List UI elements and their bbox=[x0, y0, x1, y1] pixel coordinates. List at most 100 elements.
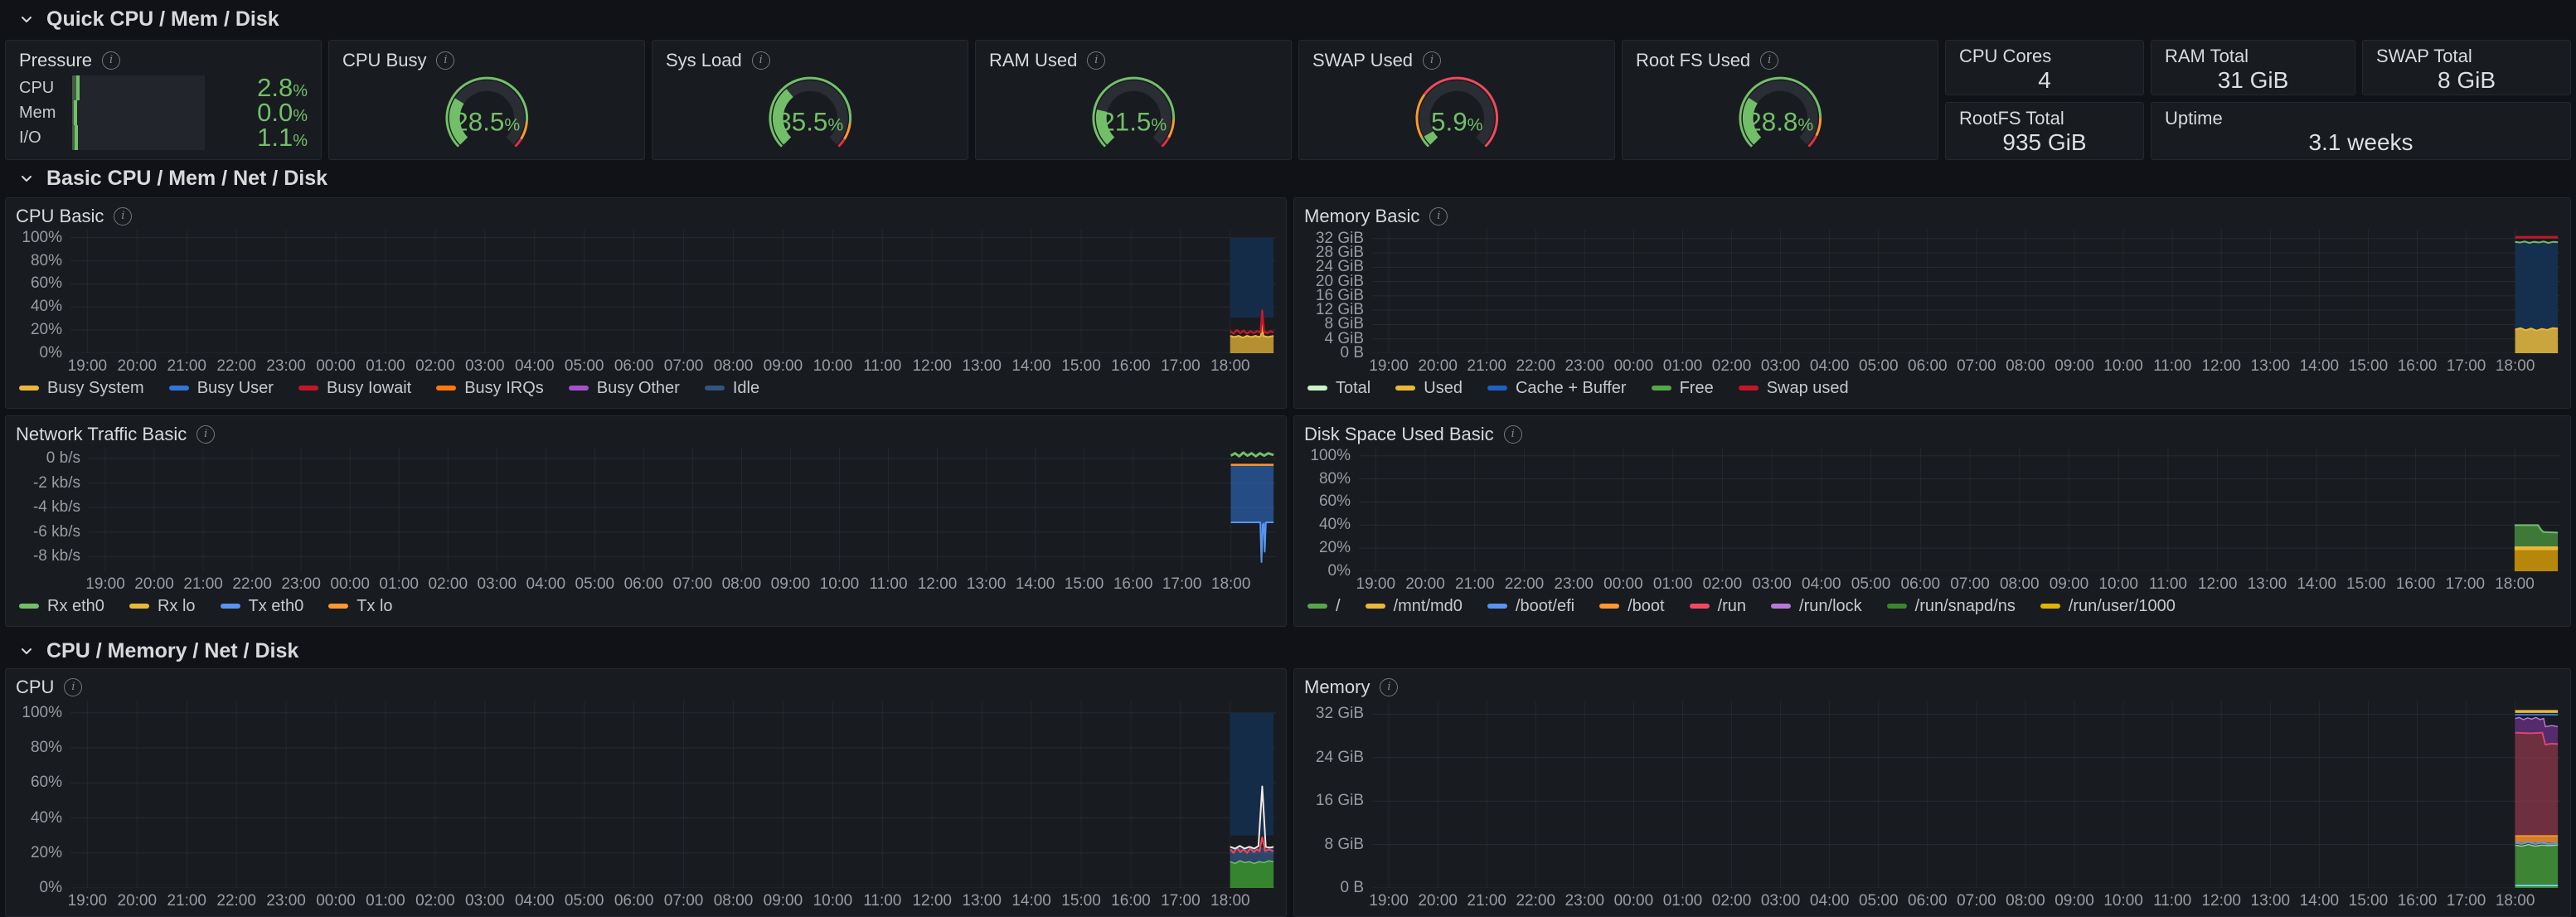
info-icon[interactable]: i bbox=[1380, 678, 1398, 696]
legend-item[interactable]: Busy System bbox=[19, 379, 144, 398]
legend-item[interactable]: Busy Iowait bbox=[298, 379, 411, 398]
plot-area[interactable] bbox=[70, 701, 1276, 888]
panel-swap-total: SWAP Total 8 GiB bbox=[2362, 40, 2571, 95]
panel-header[interactable]: Memory Basic i bbox=[1304, 203, 2560, 230]
legend-item[interactable]: Total bbox=[1307, 379, 1370, 398]
section-basic[interactable]: Basic CPU / Mem / Net / Disk bbox=[18, 164, 327, 192]
x-tick-label: 17:00 bbox=[2447, 892, 2486, 910]
panel-title: Network Traffic Basic bbox=[16, 424, 187, 445]
info-icon[interactable]: i bbox=[752, 51, 770, 70]
x-tick-label: 12:00 bbox=[2201, 892, 2241, 910]
legend-label: Busy System bbox=[47, 379, 144, 398]
legend-color-dash bbox=[1307, 604, 1327, 609]
x-tick-label: 15:00 bbox=[2349, 892, 2389, 910]
section-cpu-memory-net-disk[interactable]: CPU / Memory / Net / Disk bbox=[18, 637, 298, 665]
panel-cpu-cores: CPU Cores 4 bbox=[1945, 40, 2144, 95]
legend-item[interactable]: Busy IRQs bbox=[436, 379, 544, 398]
pressure-row-io: I/O 1.1% bbox=[19, 125, 308, 150]
cpu-busy-gauge: 28.5% bbox=[342, 74, 631, 153]
info-icon[interactable]: i bbox=[1429, 207, 1448, 226]
panel-disk-space-used-basic: Disk Space Used Basic i 100%80%60%40%20%… bbox=[1293, 415, 2571, 627]
bar-gauge[interactable] bbox=[72, 75, 205, 100]
panel-header[interactable]: CPU Basic i bbox=[16, 203, 1276, 230]
plot-area[interactable] bbox=[1359, 448, 2560, 571]
legend-item[interactable]: /run/snapd/ns bbox=[1887, 597, 2016, 616]
info-icon[interactable]: i bbox=[436, 51, 454, 70]
panel-ram-used: RAM Used i 21.5% bbox=[975, 40, 1292, 160]
x-tick-label: 05:00 bbox=[1859, 892, 1899, 910]
legend-item[interactable]: /run/user/1000 bbox=[2040, 597, 2176, 616]
panel-title: RootFS Total bbox=[1959, 108, 2064, 129]
plot-area[interactable] bbox=[70, 230, 1276, 353]
legend-color-dash bbox=[1395, 386, 1415, 391]
info-icon[interactable]: i bbox=[1504, 425, 1522, 444]
panel-memory-basic: Memory Basic i 32 GiB28 GiB24 GiB20 GiB1… bbox=[1293, 197, 2571, 409]
info-icon[interactable]: i bbox=[64, 678, 82, 696]
plot-area[interactable] bbox=[1372, 230, 2560, 353]
legend-item[interactable]: Tx eth0 bbox=[221, 597, 304, 616]
x-tick-label: 21:00 bbox=[1467, 892, 1506, 910]
panel-header[interactable]: SWAP Used i bbox=[1312, 47, 1601, 74]
section-quick-cpu-mem-disk[interactable]: Quick CPU / Mem / Disk bbox=[18, 5, 279, 33]
y-tick-label: 40% bbox=[1319, 516, 1351, 534]
panel-header[interactable]: Root FS Used i bbox=[1636, 47, 1924, 74]
plot-area[interactable] bbox=[89, 448, 1276, 571]
info-icon[interactable]: i bbox=[1760, 51, 1778, 70]
x-tick-label: 02:00 bbox=[1703, 575, 1743, 594]
legend-item[interactable]: / bbox=[1307, 597, 1341, 616]
legend-item[interactable]: Swap used bbox=[1739, 379, 1849, 398]
legend-item[interactable]: Cache + Buffer bbox=[1487, 379, 1627, 398]
legend-item[interactable]: Rx lo bbox=[129, 597, 196, 616]
info-icon[interactable]: i bbox=[102, 51, 120, 70]
info-icon[interactable]: i bbox=[114, 207, 132, 226]
x-tick-label: 07:00 bbox=[664, 357, 704, 376]
legend-item[interactable]: Idle bbox=[705, 379, 759, 398]
legend-item[interactable]: /mnt/md0 bbox=[1366, 597, 1463, 616]
legend-item[interactable]: Tx lo bbox=[328, 597, 392, 616]
panel-header[interactable]: CPU i bbox=[16, 674, 1276, 701]
panel-header[interactable]: RootFS Total bbox=[1959, 108, 2130, 129]
panel-header[interactable]: Memory i bbox=[1304, 674, 2560, 701]
section-title: Quick CPU / Mem / Disk bbox=[46, 7, 279, 32]
x-tick-label: 12:00 bbox=[2201, 357, 2241, 376]
legend-item[interactable]: Busy Other bbox=[569, 379, 680, 398]
x-tick-label: 00:00 bbox=[1603, 575, 1643, 594]
legend-item[interactable]: Busy User bbox=[169, 379, 274, 398]
x-tick-label: 22:00 bbox=[1516, 357, 1555, 376]
panel-header[interactable]: SWAP Total bbox=[2376, 46, 2557, 67]
legend-color-dash bbox=[705, 386, 725, 391]
info-icon[interactable]: i bbox=[1423, 51, 1441, 70]
legend-item[interactable]: /run/lock bbox=[1771, 597, 1862, 616]
panel-header[interactable]: Network Traffic Basic i bbox=[16, 421, 1276, 448]
plot-area[interactable] bbox=[1372, 701, 2560, 888]
legend-item[interactable]: Free bbox=[1652, 379, 1714, 398]
x-tick-label: 09:00 bbox=[764, 892, 803, 910]
legend-item[interactable]: /boot/efi bbox=[1487, 597, 1574, 616]
x-tick-label: 04:00 bbox=[1810, 357, 1850, 376]
legend-label: Busy User bbox=[197, 379, 274, 398]
panel-header[interactable]: CPU Busy i bbox=[342, 47, 631, 74]
legend-item[interactable]: Rx eth0 bbox=[19, 597, 104, 616]
legend-item[interactable]: /run bbox=[1690, 597, 1746, 616]
panel-header[interactable]: Disk Space Used Basic i bbox=[1304, 421, 2560, 448]
panel-header[interactable]: Uptime bbox=[2165, 108, 2557, 129]
info-icon[interactable]: i bbox=[196, 425, 215, 444]
legend-label: Busy Other bbox=[597, 379, 680, 398]
bar-gauge[interactable] bbox=[72, 125, 205, 150]
x-tick-label: 14:00 bbox=[2297, 575, 2336, 594]
legend-item[interactable]: Used bbox=[1395, 379, 1463, 398]
info-icon[interactable]: i bbox=[1087, 51, 1105, 70]
x-tick-label: 16:00 bbox=[1111, 892, 1151, 910]
y-tick-label: 20% bbox=[31, 844, 62, 862]
legend-item[interactable]: /boot bbox=[1599, 597, 1664, 616]
panel-header[interactable]: Sys Load i bbox=[666, 47, 954, 74]
x-tick-label: 18:00 bbox=[2495, 575, 2535, 594]
panel-header[interactable]: CPU Cores bbox=[1959, 46, 2130, 67]
panel-header[interactable]: Pressure i bbox=[19, 47, 308, 74]
x-tick-label: 10:00 bbox=[813, 357, 853, 376]
y-tick-label: 0% bbox=[40, 344, 62, 362]
bar-gauge[interactable] bbox=[72, 100, 205, 125]
panel-header[interactable]: RAM Used i bbox=[989, 47, 1278, 74]
panel-header[interactable]: RAM Total bbox=[2165, 46, 2341, 67]
x-tick-label: 04:00 bbox=[515, 357, 555, 376]
